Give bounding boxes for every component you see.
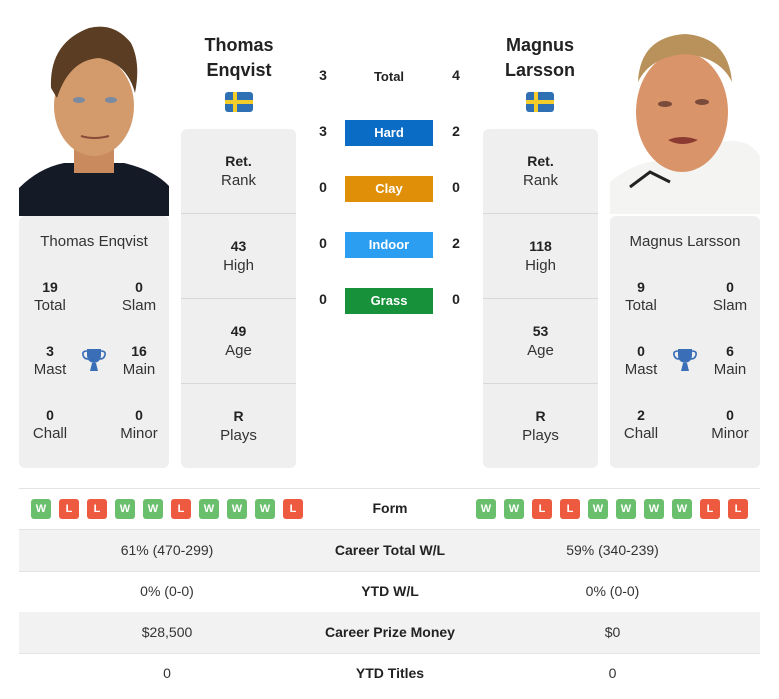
divider bbox=[19, 488, 760, 489]
player2-high: 118 High bbox=[525, 238, 556, 274]
form-badge-loss[interactable]: L bbox=[87, 499, 107, 519]
player2-main-titles: 6 Main bbox=[713, 343, 747, 378]
player1-minor-titles: 0 Minor bbox=[120, 407, 158, 442]
player2-age: 53 Age bbox=[527, 323, 554, 359]
h2h-total-label: Total bbox=[373, 69, 405, 84]
ytd-titles-label: YTD Titles bbox=[355, 665, 425, 681]
form-badge-loss[interactable]: L bbox=[700, 499, 720, 519]
form-badge-loss[interactable]: L bbox=[560, 499, 580, 519]
form-badge-win[interactable]: W bbox=[644, 499, 664, 519]
form-badge-loss[interactable]: L bbox=[728, 499, 748, 519]
h2h-indoor-p2: 2 bbox=[452, 235, 460, 251]
player2-minor-titles: 0 Minor bbox=[711, 407, 749, 442]
comparison-row-career-wl: 61% (470-299) Career Total W/L 59% (340-… bbox=[19, 530, 760, 571]
h2h-total-p2: 4 bbox=[452, 67, 460, 83]
player1-mast-titles: 3 Mast bbox=[33, 343, 67, 378]
player2-last-name: Larsson bbox=[504, 60, 576, 80]
form-badge-win[interactable]: W bbox=[616, 499, 636, 519]
player1-main-titles: 16 Main bbox=[122, 343, 156, 378]
h2h-grass-p2: 0 bbox=[452, 291, 460, 307]
player1-high: 43 High bbox=[223, 238, 254, 274]
form-badge-loss[interactable]: L bbox=[59, 499, 79, 519]
player1-chall-titles: 0 Chall bbox=[32, 407, 68, 442]
form-badge-win[interactable]: W bbox=[255, 499, 275, 519]
form-badge-win[interactable]: W bbox=[115, 499, 135, 519]
h2h-total-p1: 3 bbox=[319, 67, 327, 83]
player1-age: 49 Age bbox=[225, 323, 252, 359]
form-badge-loss[interactable]: L bbox=[532, 499, 552, 519]
player2-name[interactable]: Magnus Larsson bbox=[480, 33, 600, 83]
form-badge-win[interactable]: W bbox=[199, 499, 219, 519]
h2h-hard-p2: 2 bbox=[452, 123, 460, 139]
player1-prize-money: $28,500 bbox=[141, 624, 193, 640]
player2-titles-card: Magnus Larsson 9 Total 0 Slam 0 Mast 6 M… bbox=[610, 216, 760, 468]
player2-chall-titles: 2 Chall bbox=[623, 407, 659, 442]
player2-slam-titles: 0 Slam bbox=[712, 279, 748, 314]
player2-ytd-titles: 0 bbox=[608, 665, 617, 681]
form-badge-win[interactable]: W bbox=[31, 499, 51, 519]
player1-titles-card: Thomas Enqvist 19 Total 0 Slam 3 Mast 16… bbox=[19, 216, 169, 468]
form-badge-loss[interactable]: L bbox=[171, 499, 191, 519]
player1-ytd-titles: 0 bbox=[163, 665, 171, 681]
comparison-row-ytd-wl: 0% (0-0) YTD W/L 0% (0-0) bbox=[19, 571, 760, 612]
player1-total-titles: 19 Total bbox=[34, 279, 66, 314]
player1-last-name: Enqvist bbox=[206, 60, 272, 80]
h2h-hard-p1: 3 bbox=[319, 123, 327, 139]
prize-money-label: Career Prize Money bbox=[325, 624, 455, 640]
comparison-row-prize-money: $28,500 Career Prize Money $0 bbox=[19, 612, 760, 653]
player2-career-wl: 59% (340-239) bbox=[566, 542, 659, 558]
player2-rank: Ret. Rank bbox=[522, 153, 559, 189]
player2-photo bbox=[610, 22, 760, 214]
player1-card-name: Thomas Enqvist bbox=[40, 233, 148, 250]
h2h-clay-p1: 0 bbox=[319, 179, 327, 195]
player1-photo bbox=[19, 18, 169, 216]
career-wl-label: Career Total W/L bbox=[334, 542, 446, 558]
player1-career-wl: 61% (470-299) bbox=[120, 542, 214, 558]
player2-total-titles: 9 Total bbox=[625, 279, 657, 314]
player2-ytd-wl: 0% (0-0) bbox=[585, 583, 640, 599]
surface-hard[interactable]: Hard bbox=[345, 120, 433, 146]
ytd-wl-label: YTD W/L bbox=[361, 583, 419, 599]
player2-info-column: Ret. Rank 118 High 53 Age R Plays bbox=[483, 129, 598, 468]
player1-info-column: Ret. Rank 43 High 49 Age R Plays bbox=[181, 129, 296, 468]
player1-plays: R Plays bbox=[220, 408, 257, 444]
player1-first-name: Thomas bbox=[204, 35, 274, 55]
surface-grass[interactable]: Grass bbox=[345, 288, 433, 314]
player1-slam-titles: 0 Slam bbox=[121, 279, 157, 314]
comparison-row-ytd-titles: 0 YTD Titles 0 bbox=[19, 653, 760, 694]
surface-clay[interactable]: Clay bbox=[345, 176, 433, 202]
form-badge-loss[interactable]: L bbox=[283, 499, 303, 519]
player2-prize-money: $0 bbox=[604, 624, 621, 640]
player2-card-name: Magnus Larsson bbox=[629, 233, 741, 250]
player1-ytd-wl: 0% (0-0) bbox=[140, 583, 194, 599]
sweden-flag-icon bbox=[225, 92, 253, 112]
h2h-grass-p1: 0 bbox=[319, 291, 327, 307]
sweden-flag-icon bbox=[526, 92, 554, 112]
player1-rank: Ret. Rank bbox=[220, 153, 257, 189]
h2h-clay-p2: 0 bbox=[452, 179, 460, 195]
player1-name[interactable]: Thomas Enqvist bbox=[179, 33, 299, 83]
h2h-indoor-p1: 0 bbox=[319, 235, 327, 251]
form-badge-win[interactable]: W bbox=[476, 499, 496, 519]
player2-first-name: Magnus bbox=[505, 35, 574, 55]
form-badge-win[interactable]: W bbox=[143, 499, 163, 519]
form-label: Form bbox=[372, 500, 408, 516]
form-badge-win[interactable]: W bbox=[588, 499, 608, 519]
player2-plays: R Plays bbox=[522, 408, 559, 444]
form-badge-win[interactable]: W bbox=[504, 499, 524, 519]
form-badge-win[interactable]: W bbox=[227, 499, 247, 519]
surface-indoor[interactable]: Indoor bbox=[345, 232, 433, 258]
player2-mast-titles: 0 Mast bbox=[624, 343, 658, 378]
form-badge-win[interactable]: W bbox=[672, 499, 692, 519]
